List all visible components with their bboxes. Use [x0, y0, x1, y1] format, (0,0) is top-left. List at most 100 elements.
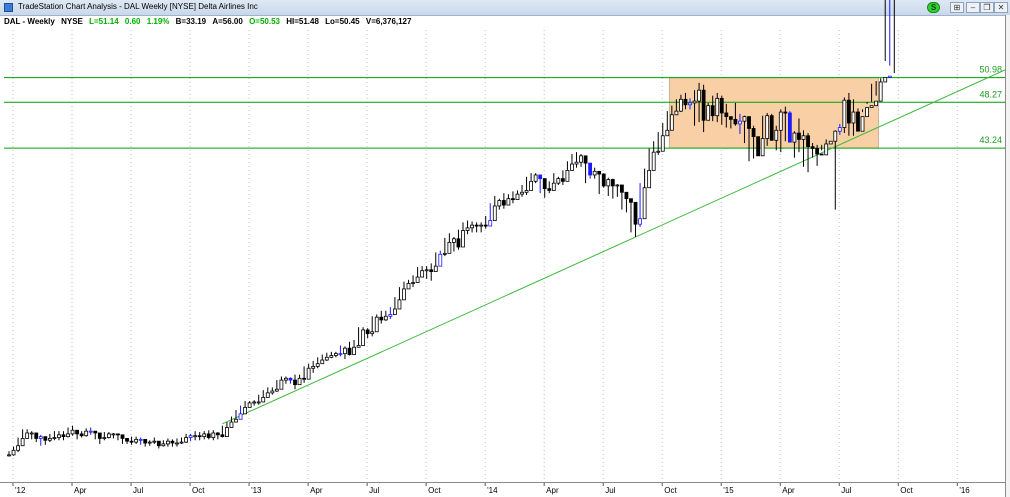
x-tick-label: '16: [959, 486, 970, 495]
bar-body: [456, 238, 461, 248]
price-bar: [856, 108, 860, 132]
price-scale-strip[interactable]: [1005, 15, 1010, 497]
price-bar: [806, 133, 810, 173]
bar-body: [837, 127, 842, 132]
bar-body: [170, 440, 175, 444]
bar-body: [225, 427, 229, 438]
price-bar: [479, 222, 484, 233]
bar-body: [724, 112, 729, 118]
price-bar: [402, 281, 406, 301]
price-bar: [624, 191, 629, 213]
price-bar: [551, 173, 556, 191]
bar-body: [874, 100, 879, 107]
bar-body: [778, 111, 783, 131]
price-bar: [265, 387, 270, 398]
price-bar: [329, 351, 334, 359]
bar-body: [883, 77, 888, 83]
bar-body: [819, 153, 824, 156]
bar-body: [565, 170, 570, 182]
price-bar: [170, 439, 175, 447]
bar-body: [34, 432, 39, 439]
price-bar: [34, 432, 39, 443]
bar-body: [279, 379, 284, 390]
bar-body: [402, 288, 406, 301]
bar-body: [97, 432, 102, 439]
price-chart[interactable]: '12 Apr Jul Oct '13 Apr Jul Oct '14 Apr Jul Oct '15 A…: [0, 0, 1010, 497]
x-tick-label: Jul: [841, 486, 851, 495]
bar-body: [579, 155, 583, 163]
bar-body: [547, 188, 552, 191]
bar-body: [306, 367, 311, 380]
price-bar: [234, 410, 238, 423]
price-bar: [165, 438, 170, 447]
bar-body: [801, 135, 806, 140]
bar-body: [324, 356, 329, 361]
bar-body: [338, 353, 343, 356]
bar-body: [488, 220, 493, 227]
price-bar: [429, 263, 434, 281]
bar-body: [669, 114, 674, 131]
bar-body: [783, 111, 788, 114]
bar-body: [483, 224, 488, 227]
price-bar: [787, 111, 792, 143]
bar-body: [333, 353, 338, 356]
price-bar: [70, 425, 75, 436]
bar-body: [188, 435, 193, 438]
price-bar: [601, 173, 606, 188]
price-bar: [311, 360, 316, 373]
price-bar: [261, 390, 266, 403]
bar-body: [765, 115, 770, 139]
bar-body: [588, 162, 593, 176]
price-bar: [660, 122, 665, 152]
bar-body: [688, 102, 692, 106]
price-bar: [38, 434, 43, 446]
bar-body: [88, 430, 93, 433]
price-bar: [243, 401, 247, 415]
bar-body: [120, 434, 125, 439]
price-bar: [352, 339, 356, 355]
x-tick-label: Oct: [192, 486, 205, 495]
bar-body: [438, 253, 443, 267]
bar-body: [234, 418, 238, 423]
bar-body: [760, 138, 765, 157]
bar-body: [161, 443, 166, 447]
price-bar: [610, 178, 615, 199]
bar-body: [429, 269, 434, 273]
price-bar: [438, 250, 443, 267]
price-bar: [29, 431, 34, 440]
price-bar: [542, 178, 547, 198]
price-bar: [93, 430, 98, 440]
price-bar: [211, 430, 216, 441]
bar-body: [420, 270, 425, 278]
bar-body: [288, 377, 293, 381]
bar-body: [615, 184, 620, 187]
price-bar: [134, 436, 139, 444]
price-bar: [361, 327, 366, 346]
bar-body: [329, 355, 334, 358]
bar-body: [452, 238, 456, 243]
price-bar: [343, 346, 347, 360]
price-bar: [79, 431, 84, 438]
price-bar: [306, 363, 311, 380]
bar-body: [629, 198, 633, 203]
x-tick-label: Apr: [546, 486, 559, 495]
price-bar: [388, 307, 393, 320]
bar-body: [184, 437, 188, 443]
price-bar: [293, 374, 297, 390]
bar-body: [878, 81, 883, 102]
bar-body: [833, 130, 838, 142]
price-bar: [52, 431, 57, 441]
bar-body: [361, 329, 366, 346]
price-bar: [515, 190, 520, 200]
bar-body: [320, 359, 325, 365]
price-bar: [270, 387, 275, 395]
price-bar: [106, 432, 111, 439]
bar-body: [406, 283, 411, 290]
bar-body: [728, 116, 733, 120]
bar-body: [679, 98, 683, 112]
bar-body: [542, 178, 547, 190]
bar-body: [865, 107, 869, 118]
bar-body: [238, 413, 243, 420]
bar-body: [520, 191, 524, 195]
bar-body: [719, 97, 724, 114]
